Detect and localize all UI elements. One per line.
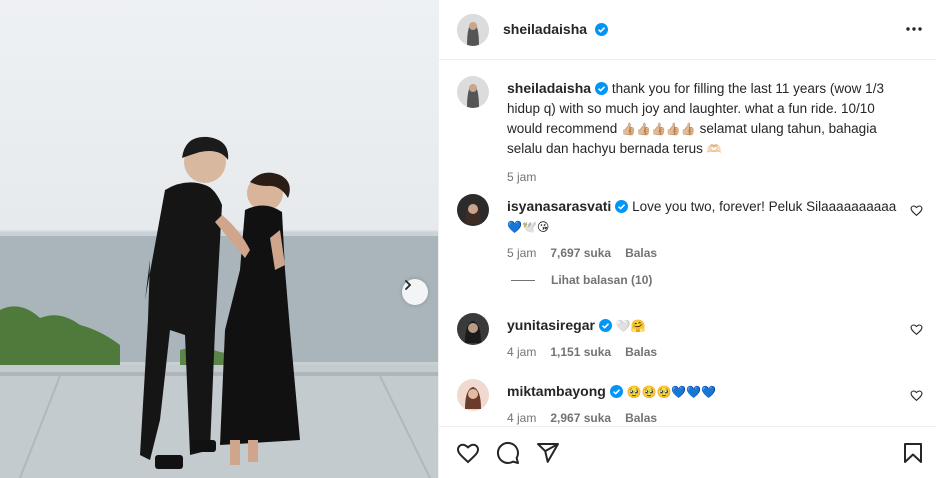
comment-icon[interactable] xyxy=(496,441,520,465)
caption-username[interactable]: sheiladaisha xyxy=(507,80,591,96)
verified-badge-icon xyxy=(595,82,609,95)
comment-meta: 5 jam 7,697 suka Balas xyxy=(507,243,907,263)
caption-avatar[interactable] xyxy=(457,76,489,108)
couple-photo-illustration xyxy=(0,136,438,478)
bookmark-icon[interactable] xyxy=(901,441,925,465)
caption-line-2: hidup q) with so much joy and laughter. … xyxy=(507,101,875,116)
caption-line-1: thank you for filling the last 11 years … xyxy=(611,81,884,96)
comment-emojis: 🤍🤗 xyxy=(615,319,646,333)
avatar-image xyxy=(457,313,489,345)
comment-time[interactable]: 5 jam xyxy=(507,246,536,260)
comment-likes[interactable]: 2,967 suka xyxy=(550,411,611,425)
commenter-avatar[interactable] xyxy=(457,313,489,345)
comment-time[interactable]: 4 jam xyxy=(507,411,536,425)
avatar-image xyxy=(457,76,489,108)
share-icon[interactable] xyxy=(536,441,560,465)
commenter-username[interactable]: yunitasiregar xyxy=(507,317,595,333)
commenter-username[interactable]: miktambayong xyxy=(507,383,606,399)
verified-badge-icon xyxy=(615,200,629,213)
caption-text: sheiladaisha thank you for filling the l… xyxy=(507,78,917,187)
comment-body: Love you two, forever! Peluk Silaaaaaaaa… xyxy=(632,199,897,214)
author-username[interactable]: sheiladaisha xyxy=(503,21,587,37)
more-options-icon[interactable] xyxy=(905,20,923,38)
avatar-image xyxy=(457,14,489,46)
avatar-image xyxy=(457,194,489,226)
action-bar xyxy=(439,426,936,478)
avatar-image xyxy=(457,379,489,411)
comment-emojis: 🥹🥹🥹💙💙💙 xyxy=(626,385,717,399)
post-sidebar: sheiladaisha sheiladaisha thank you for … xyxy=(438,0,936,478)
comment-meta: 4 jam 1,151 suka Balas xyxy=(507,342,907,362)
instagram-post: sheiladaisha sheiladaisha thank you for … xyxy=(0,0,936,478)
thumbs-up-emojis: 👍🏼👍🏼👍🏼👍🏼👍🏼 xyxy=(621,122,696,136)
author-name-row: sheiladaisha xyxy=(503,21,608,37)
replies-divider xyxy=(511,279,535,281)
reply-button[interactable]: Balas xyxy=(625,345,657,359)
heart-hands-emoji: 🫶🏻 xyxy=(706,142,722,156)
heart-icon[interactable] xyxy=(456,441,480,465)
view-replies-button[interactable]: Lihat balasan (10) xyxy=(511,273,652,287)
author-avatar[interactable] xyxy=(457,14,489,46)
verified-badge-icon xyxy=(594,23,608,36)
comment-text: yunitasiregar 🤍🤗 4 jam 1,151 suka Balas xyxy=(507,315,907,362)
heart-icon[interactable] xyxy=(910,204,923,217)
comment-text: miktambayong 🥹🥹🥹💙💙💙 4 jam 2,967 suka Balas xyxy=(507,381,907,428)
comment-likes[interactable]: 1,151 suka xyxy=(550,345,611,359)
verified-badge-icon xyxy=(609,385,623,398)
reply-button[interactable]: Balas xyxy=(625,411,657,425)
caption-line-3: would recommend xyxy=(507,121,618,136)
caption-time[interactable]: 5 jam xyxy=(507,167,917,187)
post-photo[interactable] xyxy=(0,0,438,478)
commenter-username[interactable]: isyanasarasvati xyxy=(507,198,611,214)
reply-button[interactable]: Balas xyxy=(625,246,657,260)
caption-line-4: selalu dan hachyu bernada terus xyxy=(507,141,703,156)
commenter-avatar[interactable] xyxy=(457,194,489,226)
next-photo-button[interactable] xyxy=(402,279,428,305)
commenter-avatar[interactable] xyxy=(457,379,489,411)
comment-time[interactable]: 4 jam xyxy=(507,345,536,359)
comment-likes[interactable]: 7,697 suka xyxy=(550,246,611,260)
comment-meta: 4 jam 2,967 suka Balas xyxy=(507,408,907,428)
comment-emojis: 💙🕊️😘 xyxy=(507,220,550,234)
verified-badge-icon xyxy=(598,319,612,332)
view-replies-label: Lihat balasan (10) xyxy=(551,273,653,287)
comment-text: isyanasarasvati Love you two, forever! P… xyxy=(507,196,907,263)
chevron-right-icon xyxy=(405,280,412,290)
caption-line-3b: selamat ulang tahun, bahagia xyxy=(699,121,877,136)
heart-icon[interactable] xyxy=(910,389,923,402)
heart-icon[interactable] xyxy=(910,323,923,336)
post-header: sheiladaisha xyxy=(439,0,936,60)
